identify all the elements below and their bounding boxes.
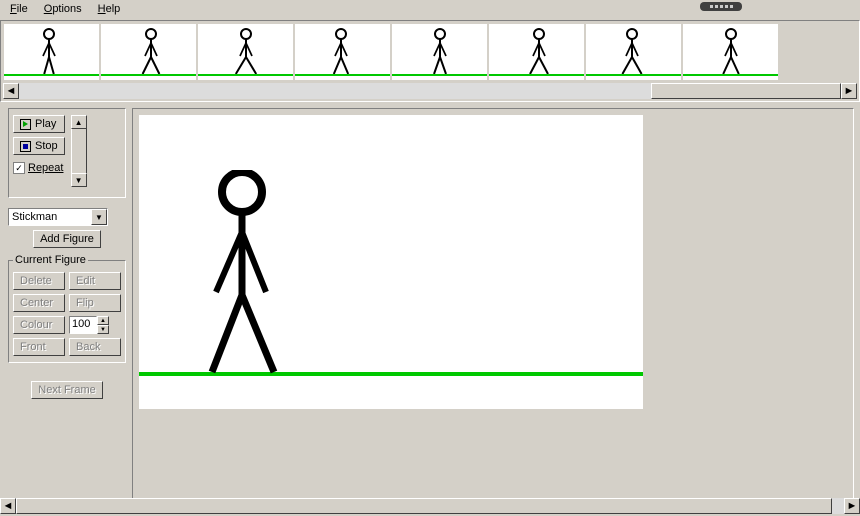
spinner-up-icon[interactable]: ▲ [71, 115, 87, 129]
next-frame-button[interactable]: Next Frame [31, 381, 102, 399]
current-figure-panel: Current Figure Delete Edit Center Flip C… [8, 254, 126, 363]
colour-button[interactable]: Colour [13, 316, 65, 334]
timeline-frame[interactable] [586, 24, 681, 80]
scroll-thumb[interactable] [651, 83, 841, 99]
frame-strip [3, 23, 857, 83]
opacity-down-icon[interactable]: ▼ [97, 325, 109, 334]
front-button[interactable]: Front [13, 338, 65, 356]
repeat-checkbox[interactable]: ✓ Repeat [13, 162, 65, 174]
timeline-frame[interactable] [4, 24, 99, 80]
checkbox-icon: ✓ [13, 162, 25, 174]
delete-button[interactable]: Delete [13, 272, 65, 290]
timeline-frame[interactable] [392, 24, 487, 80]
back-button[interactable]: Back [69, 338, 121, 356]
scroll-thumb[interactable] [16, 498, 832, 514]
timeline-frame[interactable] [489, 24, 584, 80]
scroll-right-icon[interactable]: ► [844, 498, 860, 514]
spinner-down-icon[interactable]: ▼ [71, 173, 87, 187]
scroll-right-icon[interactable]: ► [841, 83, 857, 99]
timeline-scrollbar[interactable]: ◄ ► [3, 83, 857, 99]
opacity-up-icon[interactable]: ▲ [97, 316, 109, 325]
timeline-frame[interactable] [101, 24, 196, 80]
canvas[interactable] [139, 115, 643, 409]
timeline-frame[interactable] [198, 24, 293, 80]
speed-spinner[interactable]: ▲ ▼ [71, 115, 87, 187]
menu-options[interactable]: Options [36, 2, 90, 16]
dropdown-icon[interactable]: ▼ [91, 209, 107, 225]
center-button[interactable]: Center [13, 294, 65, 312]
menu-file[interactable]: FFileile [2, 2, 36, 16]
playback-panel: Play Stop ✓ Repeat ▲ ▼ [8, 108, 126, 198]
canvas-area [132, 108, 854, 500]
edit-button[interactable]: Edit [69, 272, 121, 290]
menu-help[interactable]: Help [90, 2, 129, 16]
add-figure-button[interactable]: Add Figure [33, 230, 101, 248]
play-button[interactable]: Play [13, 115, 65, 133]
stop-button[interactable]: Stop [13, 137, 65, 155]
current-figure-legend: Current Figure [13, 254, 88, 266]
stick-figure[interactable] [194, 170, 314, 380]
timeline-panel: ◄ ► [0, 20, 860, 102]
timeline-frame[interactable] [295, 24, 390, 80]
sidebar: Play Stop ✓ Repeat ▲ ▼ [0, 102, 130, 500]
opacity-input[interactable]: 100 [69, 316, 97, 334]
stop-icon [20, 141, 31, 152]
scroll-left-icon[interactable]: ◄ [3, 83, 19, 99]
bottom-scrollbar[interactable]: ◄ ► [0, 498, 860, 514]
scroll-left-icon[interactable]: ◄ [0, 498, 16, 514]
figure-type-dropdown[interactable]: Stickman ▼ [8, 208, 108, 226]
flip-button[interactable]: Flip [69, 294, 121, 312]
play-icon [20, 119, 31, 130]
timeline-frame[interactable] [683, 24, 778, 80]
grip-handle[interactable] [700, 2, 742, 11]
